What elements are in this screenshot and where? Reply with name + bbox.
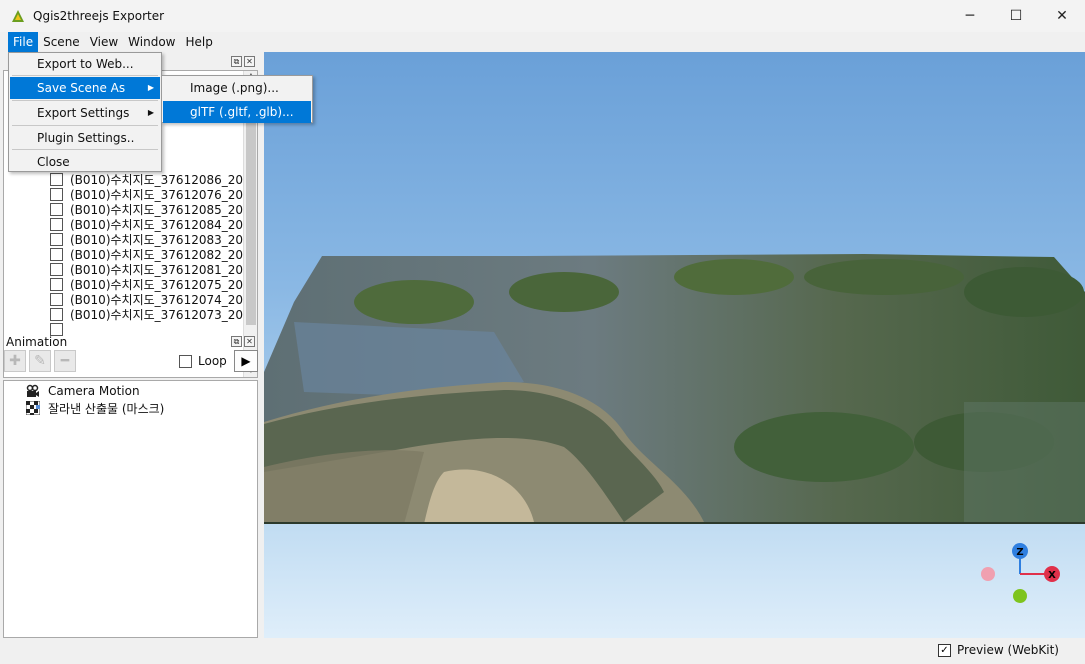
- menu-item-label: Save Scene As: [37, 81, 126, 95]
- maximize-button[interactable]: ☐: [993, 0, 1039, 32]
- float-icon[interactable]: ⧉: [231, 56, 242, 67]
- menu-file[interactable]: File: [8, 32, 39, 52]
- layer-checkbox[interactable]: [50, 218, 63, 231]
- file-menu: Export to Web... Save Scene As ▶ Export …: [8, 52, 162, 172]
- menu-item-gltf[interactable]: glTF (.gltf, .glb)...: [163, 101, 311, 123]
- loop-checkbox[interactable]: [179, 355, 192, 368]
- layer-checkbox[interactable]: [50, 173, 63, 186]
- animation-dock-buttons: ⧉ ✕: [231, 336, 255, 347]
- menu-bar: File Scene View Window Help: [0, 32, 1085, 52]
- animation-title: Animation: [6, 335, 68, 349]
- layer-item[interactable]: (B010)수치지도_37612084_20...: [50, 217, 254, 232]
- layer-item[interactable]: (B010)수치지도_37612075_20...: [50, 277, 254, 292]
- tree-item-label: Camera Motion: [48, 384, 140, 398]
- layer-item[interactable]: (B010)수치지도_37612074_20...: [50, 292, 254, 307]
- 3d-viewer[interactable]: [264, 52, 1085, 638]
- menu-view[interactable]: View: [85, 32, 123, 52]
- layer-checkbox[interactable]: [50, 233, 63, 246]
- layer-label: (B010)수치지도_37612073_20...: [70, 308, 255, 322]
- layer-checkbox[interactable]: [50, 278, 63, 291]
- window-controls: ─ ☐ ✕: [947, 0, 1085, 32]
- close-icon[interactable]: ✕: [244, 56, 255, 67]
- preview-label: Preview (WebKit): [957, 643, 1059, 657]
- save-scene-submenu: Image (.png)... glTF (.gltf, .glb)...: [161, 75, 313, 123]
- layer-item[interactable]: (B010)수치지도_37612073_20...: [50, 307, 254, 322]
- chevron-right-icon: ▶: [147, 108, 154, 117]
- tree-item-label: 잘라낸 산출물 (마스크): [48, 401, 165, 416]
- qgis-logo-icon: [11, 9, 25, 23]
- tree-item-camera-motion[interactable]: Camera Motion: [26, 383, 140, 399]
- layer-checkbox[interactable]: [50, 293, 63, 306]
- z-axis-label: Z: [1016, 547, 1023, 558]
- menu-item-save-scene-as[interactable]: Save Scene As ▶: [10, 77, 160, 99]
- add-keyframe-button[interactable]: ✚: [4, 350, 26, 372]
- neg-x-axis-icon: [981, 567, 995, 581]
- x-axis-label: X: [1048, 570, 1056, 581]
- layer-checkbox[interactable]: [50, 188, 63, 201]
- menu-separator: [12, 125, 158, 126]
- animation-toolbar: ✚ ✎ ━ Loop ▶: [4, 350, 260, 376]
- loop-label: Loop: [198, 354, 227, 368]
- animation-tree: Camera Motion 잘라낸 산출물 (마스크): [3, 380, 258, 638]
- play-button[interactable]: ▶: [234, 350, 258, 372]
- menu-separator: [12, 149, 158, 150]
- menu-help[interactable]: Help: [181, 32, 218, 52]
- tree-item-mask[interactable]: 잘라낸 산출물 (마스크): [25, 400, 165, 416]
- status-bar: ✓ Preview (WebKit): [0, 638, 1085, 664]
- menu-item-export-settings[interactable]: Export Settings ▶: [10, 102, 160, 124]
- layer-item[interactable]: (B010)수치지도_37612083_20...: [50, 232, 254, 247]
- layer-checkbox[interactable]: [50, 203, 63, 216]
- layer-item[interactable]: (B010)수치지도_37612086_20...: [50, 172, 254, 187]
- menu-item-export-to-web[interactable]: Export to Web...: [10, 53, 160, 75]
- title-bar: Qgis2threejs Exporter ─ ☐ ✕: [0, 0, 1085, 32]
- menu-window[interactable]: Window: [123, 32, 180, 52]
- layers-dock-buttons: ⧉ ✕: [231, 56, 255, 67]
- mask-icon: [25, 400, 41, 416]
- layer-item[interactable]: (B010)수치지도_37612082_20...: [50, 247, 254, 262]
- layer-item[interactable]: (B010)수치지도_37612081_20...: [50, 262, 254, 277]
- terrain-scene: [264, 254, 1085, 524]
- close-icon[interactable]: ✕: [244, 336, 255, 347]
- menu-scene[interactable]: Scene: [38, 32, 85, 52]
- camera-icon: [26, 384, 40, 398]
- chevron-right-icon: ▶: [147, 83, 154, 92]
- animation-header: Animation ⧉ ✕: [0, 332, 262, 352]
- window-title: Qgis2threejs Exporter: [33, 9, 165, 23]
- edit-keyframe-button[interactable]: ✎: [29, 350, 51, 372]
- layer-checkbox[interactable]: [50, 308, 63, 321]
- layer-item[interactable]: (B010)수치지도_37612085_20...: [50, 202, 254, 217]
- axis-gizmo: Z X: [981, 543, 1060, 603]
- close-button[interactable]: ✕: [1039, 0, 1085, 32]
- minimize-button[interactable]: ─: [947, 0, 993, 32]
- layer-item[interactable]: (B010)수치지도_37612076_20...: [50, 187, 254, 202]
- menu-item-close[interactable]: Close: [10, 151, 160, 173]
- y-axis-icon: [1013, 589, 1027, 603]
- menu-item-label: Export Settings: [37, 106, 130, 120]
- preview-checkbox[interactable]: ✓: [938, 644, 951, 657]
- menu-separator: [12, 75, 158, 76]
- menu-item-image-png[interactable]: Image (.png)...: [163, 77, 311, 99]
- remove-keyframe-button[interactable]: ━: [54, 350, 76, 372]
- menu-separator: [12, 100, 158, 101]
- layer-checkbox[interactable]: [50, 263, 63, 276]
- float-icon[interactable]: ⧉: [231, 336, 242, 347]
- menu-item-plugin-settings[interactable]: Plugin Settings..: [10, 127, 160, 149]
- layer-checkbox[interactable]: [50, 248, 63, 261]
